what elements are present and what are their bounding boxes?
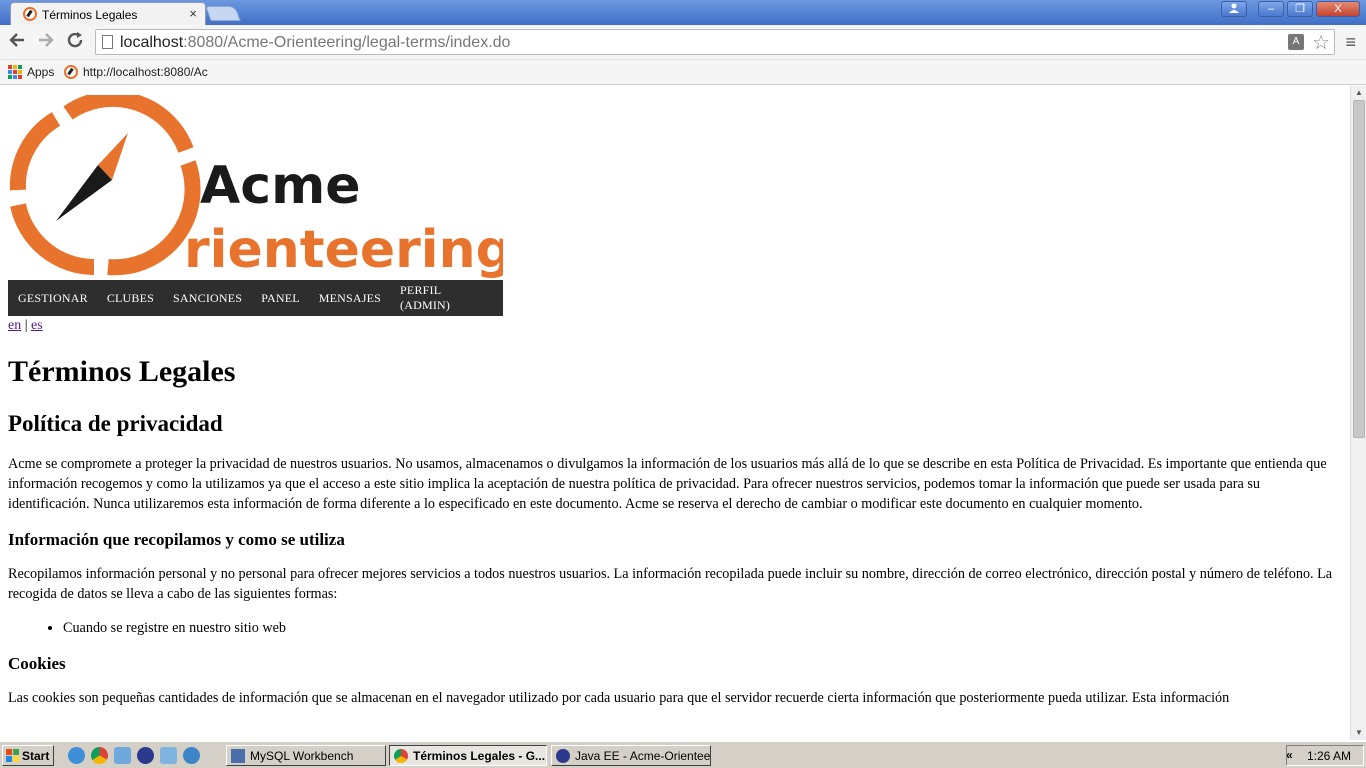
translate-icon[interactable]: A: [1288, 34, 1304, 50]
bookmark-apps[interactable]: Apps: [8, 64, 54, 80]
media-player-icon[interactable]: [183, 747, 200, 764]
task-chrome[interactable]: Términos Legales - G...: [389, 745, 547, 766]
page-viewport: Acme rienteering GESTIONAR CLUBES SANCIO…: [0, 86, 1350, 740]
restore-button[interactable]: ❐: [1287, 1, 1313, 17]
mysql-workbench-icon: [231, 748, 245, 763]
chrome-icon[interactable]: [91, 747, 108, 764]
browser-menu-icon[interactable]: ≡: [1345, 32, 1356, 53]
info-heading: Información que recopilamos y como se ut…: [8, 530, 345, 549]
task-label: Java EE - Acme-Orientee...: [575, 748, 711, 763]
nav-perfil-admin[interactable]: PERFIL (ADMIN): [400, 283, 494, 313]
system-tray: 1:26 AM: [1286, 745, 1364, 766]
url-text[interactable]: localhost:8080/Acme-Orienteering/legal-t…: [120, 34, 510, 52]
quick-launch: [68, 747, 200, 764]
scroll-thumb[interactable]: [1353, 100, 1365, 438]
main-nav: GESTIONAR CLUBES SANCIONES PANEL MENSAJE…: [8, 280, 503, 316]
start-label: Start: [22, 748, 50, 763]
start-button[interactable]: Start: [2, 745, 54, 766]
new-tab-button[interactable]: [205, 6, 241, 21]
eclipse-icon: [556, 748, 570, 763]
tab-title: Términos Legales: [42, 8, 138, 22]
page-icon: [102, 35, 113, 49]
close-button[interactable]: X: [1316, 1, 1360, 17]
logo-text-orienteering: rienteering: [184, 220, 503, 280]
bookmarks-bar: Apps http://localhost:8080/Ac: [0, 60, 1366, 85]
info-paragraph: Recopilamos información personal y no pe…: [8, 566, 1333, 602]
user-profile-icon[interactable]: [1221, 1, 1247, 17]
bookmark-star-icon[interactable]: ☆: [1312, 30, 1330, 55]
task-mysql-workbench[interactable]: MySQL Workbench: [226, 745, 386, 766]
language-selector: en | es: [8, 318, 43, 334]
windows-taskbar: Start MySQL Workbench Términos Legales -…: [0, 741, 1366, 768]
legal-content: Términos Legales Política de privacidad …: [8, 354, 1338, 708]
clock[interactable]: 1:26 AM: [1307, 749, 1351, 763]
cookies-heading: Cookies: [8, 654, 66, 673]
task-label: MySQL Workbench: [250, 748, 354, 763]
browser-titlebar: Términos Legales × – ❐ X: [0, 0, 1366, 25]
lang-es-link[interactable]: es: [31, 318, 43, 333]
file-manager-icon[interactable]: [114, 747, 131, 764]
nav-panel[interactable]: PANEL: [261, 291, 310, 306]
nav-sanciones[interactable]: SANCIONES: [173, 291, 252, 306]
nav-mensajes[interactable]: MENSAJES: [319, 291, 391, 306]
show-desktop-icon[interactable]: [160, 747, 177, 764]
browser-toolbar: localhost:8080/Acme-Orienteering/legal-t…: [0, 25, 1366, 60]
privacy-paragraph: Acme se compromete a proteger la privaci…: [8, 456, 1327, 512]
minimize-button[interactable]: –: [1258, 1, 1284, 17]
task-label: Términos Legales - G...: [413, 748, 546, 763]
acme-orienteering-logo: Acme rienteering: [8, 95, 503, 280]
logo-text-acme: Acme: [200, 156, 361, 216]
privacy-heading: Política de privacidad: [8, 411, 223, 436]
lang-en-link[interactable]: en: [8, 318, 21, 333]
scroll-down-arrow-icon[interactable]: ▼: [1351, 726, 1366, 740]
nav-gestionar[interactable]: GESTIONAR: [18, 291, 98, 306]
back-arrow-icon[interactable]: [6, 31, 28, 53]
tab-close-icon[interactable]: ×: [189, 6, 197, 21]
bookmark-apps-label: Apps: [27, 65, 55, 79]
compass-favicon-icon: [23, 7, 37, 21]
windows-logo-icon: [6, 749, 19, 762]
window-controls: – ❐ X: [1221, 1, 1360, 19]
cookies-paragraph: Las cookies son pequeñas cantidades de i…: [8, 690, 1230, 706]
forward-arrow-icon[interactable]: [35, 31, 57, 53]
internet-explorer-icon[interactable]: [68, 747, 85, 764]
scroll-up-arrow-icon[interactable]: ▲: [1351, 86, 1366, 100]
reload-icon[interactable]: [64, 31, 86, 53]
list-item: Cuando se registre en nuestro sitio web: [63, 618, 1338, 638]
chrome-icon: [394, 748, 408, 763]
tab-terminos-legales[interactable]: Términos Legales ×: [10, 2, 206, 25]
lang-separator: |: [21, 318, 32, 333]
task-eclipse[interactable]: Java EE - Acme-Orientee...: [551, 745, 711, 766]
address-bar[interactable]: localhost:8080/Acme-Orienteering/legal-t…: [95, 29, 1335, 55]
page-title: Términos Legales: [8, 355, 236, 388]
bookmark-localhost-label: http://localhost:8080/Ac: [83, 65, 208, 79]
compass-favicon-icon: [64, 65, 78, 79]
apps-grid-icon: [8, 65, 22, 79]
page-scrollbar[interactable]: ▲ ▼: [1350, 86, 1366, 740]
nav-clubes[interactable]: CLUBES: [107, 291, 164, 306]
eclipse-icon[interactable]: [137, 747, 154, 764]
bookmark-localhost[interactable]: http://localhost:8080/Ac: [64, 64, 208, 80]
info-list: Cuando se registre en nuestro sitio web: [63, 618, 1338, 638]
